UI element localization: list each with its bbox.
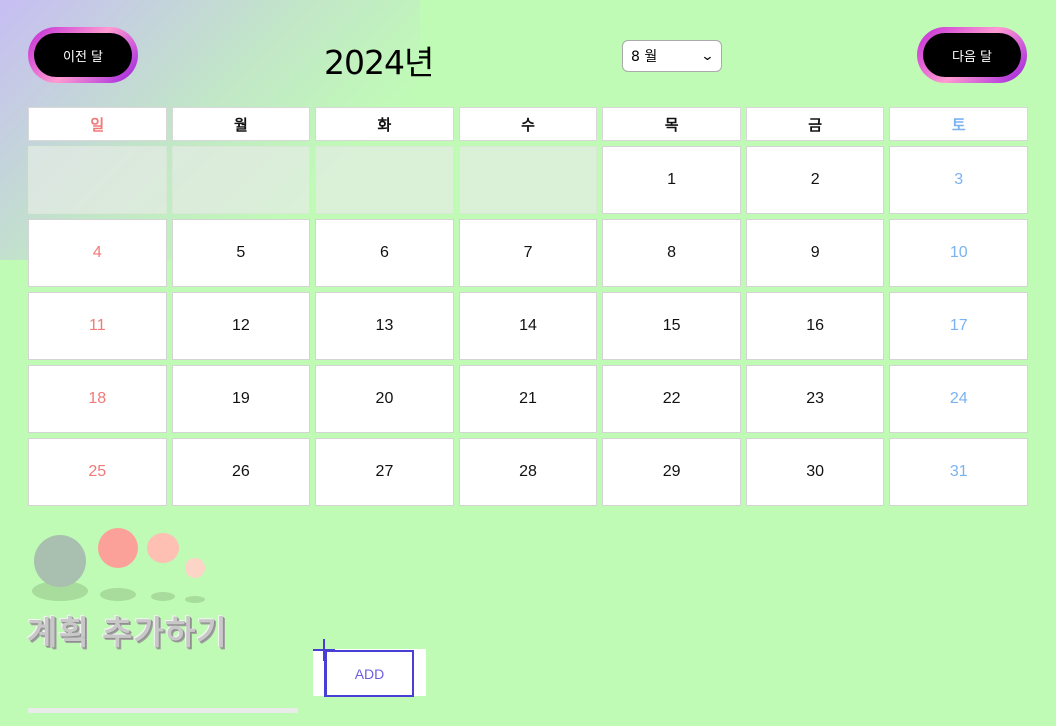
day-cell[interactable]: 13 [315,292,454,360]
weekday-sun: 일 [28,107,167,141]
week-row: 11 12 13 14 15 16 17 [28,292,1029,360]
day-cell-empty [171,146,311,214]
day-cell-empty [28,146,167,214]
weekday-fri: 금 [745,107,885,141]
day-cell[interactable]: 9 [745,219,885,287]
day-cell[interactable]: 30 [745,438,885,506]
month-select-value: 8 월 [631,49,658,65]
day-cell[interactable]: 29 [602,438,741,506]
week-row: 4 5 6 7 8 9 10 [28,219,1029,287]
add-area: ADD [313,649,426,697]
bubble-shadow [185,596,205,603]
weekday-sat: 토 [889,107,1029,141]
weekday-wed: 수 [458,107,598,141]
weekday-tue: 화 [315,107,454,141]
day-cell-saturday[interactable]: 10 [889,219,1029,287]
bubble-decoration [34,535,86,587]
day-cell-saturday[interactable]: 3 [889,146,1029,214]
day-cell-sunday[interactable]: 25 [28,438,167,506]
day-cell[interactable]: 22 [602,365,741,433]
day-cell[interactable]: 19 [171,365,311,433]
day-cell[interactable]: 20 [315,365,454,433]
bubble-shadow [151,592,175,601]
add-button[interactable]: ADD [324,650,414,697]
bubble-shadow [100,588,136,601]
plan-title: 계획 추가하기 [27,613,228,652]
day-cell[interactable]: 14 [458,292,598,360]
year-title: 2024년 [324,43,434,82]
day-cell[interactable]: 27 [315,438,454,506]
bubble-decoration [98,528,138,568]
week-row: 18 19 20 21 22 23 24 [28,365,1029,433]
day-cell[interactable]: 15 [602,292,741,360]
day-cell[interactable]: 8 [602,219,741,287]
week-row: 1 2 3 [28,146,1029,214]
day-cell[interactable]: 16 [745,292,885,360]
week-row: 25 26 27 28 29 30 31 [28,438,1029,506]
day-cell[interactable]: 21 [458,365,598,433]
prev-month-button[interactable]: 이전 달 [28,27,138,83]
day-cell-saturday[interactable]: 24 [889,365,1029,433]
next-month-button[interactable]: 다음 달 [917,27,1027,83]
day-cell-empty [458,146,598,214]
weekday-mon: 월 [171,107,311,141]
weekday-thu: 목 [602,107,741,141]
day-cell[interactable]: 23 [745,365,885,433]
day-cell[interactable]: 28 [458,438,598,506]
bubble-decoration [147,533,179,563]
day-cell[interactable]: 6 [315,219,454,287]
day-cell-sunday[interactable]: 4 [28,219,167,287]
day-cell[interactable]: 26 [171,438,311,506]
calendar-grid: 일 월 화 수 목 금 토 1 2 3 4 5 6 7 8 9 10 11 12… [28,107,1029,511]
day-cell[interactable]: 12 [171,292,311,360]
next-month-label: 다음 달 [923,33,1021,77]
month-select[interactable]: 8 월 ⌄ [622,40,722,72]
prev-month-label: 이전 달 [34,33,132,77]
weekday-header: 일 월 화 수 목 금 토 [28,107,1029,141]
day-cell[interactable]: 7 [458,219,598,287]
day-cell-sunday[interactable]: 18 [28,365,167,433]
plan-input[interactable] [28,708,298,713]
day-cell[interactable]: 2 [745,146,885,214]
day-cell[interactable]: 1 [602,146,741,214]
day-cell[interactable]: 5 [171,219,311,287]
bubble-decoration [185,558,205,578]
day-cell-sunday[interactable]: 11 [28,292,167,360]
day-cell-saturday[interactable]: 17 [889,292,1029,360]
chevron-down-icon: ⌄ [700,48,715,64]
day-cell-empty [315,146,454,214]
day-cell-saturday[interactable]: 31 [889,438,1029,506]
